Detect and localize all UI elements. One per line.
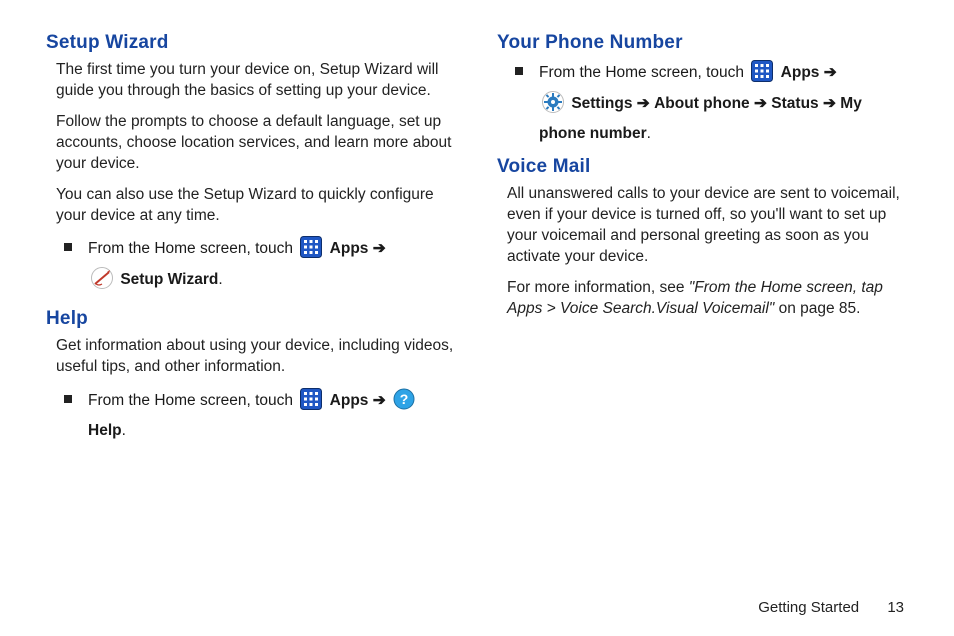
setup-wizard-paragraph-3: You can also use the Setup Wizard to qui… (56, 185, 457, 227)
period: . (218, 271, 222, 288)
setup-wizard-step-text: From the Home screen, touch Apps ➔ (88, 236, 457, 298)
help-label: Help (88, 422, 122, 439)
help-question-icon: ? (393, 388, 415, 419)
apps-label: Apps (330, 240, 369, 257)
page: Setup Wizard The first time you turn you… (0, 0, 954, 636)
arrow-icon: ➔ (373, 240, 386, 257)
vm-p2-prefix: For more information, see (507, 279, 689, 296)
svg-text:?: ? (400, 391, 409, 407)
heading-setup-wizard: Setup Wizard (46, 32, 457, 54)
apps-grid-icon (300, 236, 322, 267)
left-column: Setup Wizard The first time you turn you… (46, 32, 457, 599)
voice-mail-paragraph-1: All unanswered calls to your device are … (507, 184, 908, 268)
settings-label: Settings (571, 95, 632, 112)
about-phone-label: About phone (654, 95, 750, 112)
setup-wizard-label: Setup Wizard (120, 271, 218, 288)
arrow-icon: ➔ (373, 392, 386, 409)
apps-grid-icon (751, 60, 773, 91)
arrow-icon: ➔ (824, 64, 837, 81)
chapter-title: Getting Started (758, 599, 859, 616)
step-prefix: From the Home screen, touch (88, 240, 297, 257)
voice-mail-paragraph-2: For more information, see "From the Home… (507, 278, 908, 320)
period: . (122, 422, 126, 439)
page-footer: Getting Started 13 (46, 599, 908, 616)
arrow-icon: ➔ (637, 95, 650, 112)
page-number: 13 (887, 599, 904, 616)
setup-wizard-icon (91, 267, 113, 298)
help-step: From the Home screen, touch Apps ➔ (64, 388, 457, 444)
step-prefix: From the Home screen, touch (539, 64, 748, 81)
help-step-text: From the Home screen, touch Apps ➔ (88, 388, 457, 444)
setup-wizard-paragraph-1: The first time you turn your device on, … (56, 60, 457, 102)
setup-wizard-step: From the Home screen, touch Apps ➔ (64, 236, 457, 298)
apps-label: Apps (330, 392, 369, 409)
square-bullet-icon (515, 67, 523, 75)
two-column-layout: Setup Wizard The first time you turn you… (46, 32, 908, 599)
phone-number-step-text: From the Home screen, touch Apps ➔ (539, 60, 908, 146)
square-bullet-icon (64, 395, 72, 403)
period: . (647, 125, 651, 142)
heading-help: Help (46, 308, 457, 330)
phone-number-step: From the Home screen, touch Apps ➔ (515, 60, 908, 146)
arrow-icon: ➔ (754, 95, 767, 112)
help-paragraph-1: Get information about using your device,… (56, 336, 457, 378)
apps-label: Apps (781, 64, 820, 81)
step-prefix: From the Home screen, touch (88, 392, 297, 409)
square-bullet-icon (64, 243, 72, 251)
apps-grid-icon (300, 388, 322, 419)
setup-wizard-paragraph-2: Follow the prompts to choose a default l… (56, 112, 457, 175)
right-column: Your Phone Number From the Home screen, … (497, 32, 908, 599)
status-label: Status (771, 95, 818, 112)
settings-gear-icon (542, 91, 564, 122)
arrow-icon: ➔ (823, 95, 836, 112)
heading-your-phone-number: Your Phone Number (497, 32, 908, 54)
vm-p2-suffix: on page 85. (774, 300, 860, 317)
heading-voice-mail: Voice Mail (497, 156, 908, 178)
